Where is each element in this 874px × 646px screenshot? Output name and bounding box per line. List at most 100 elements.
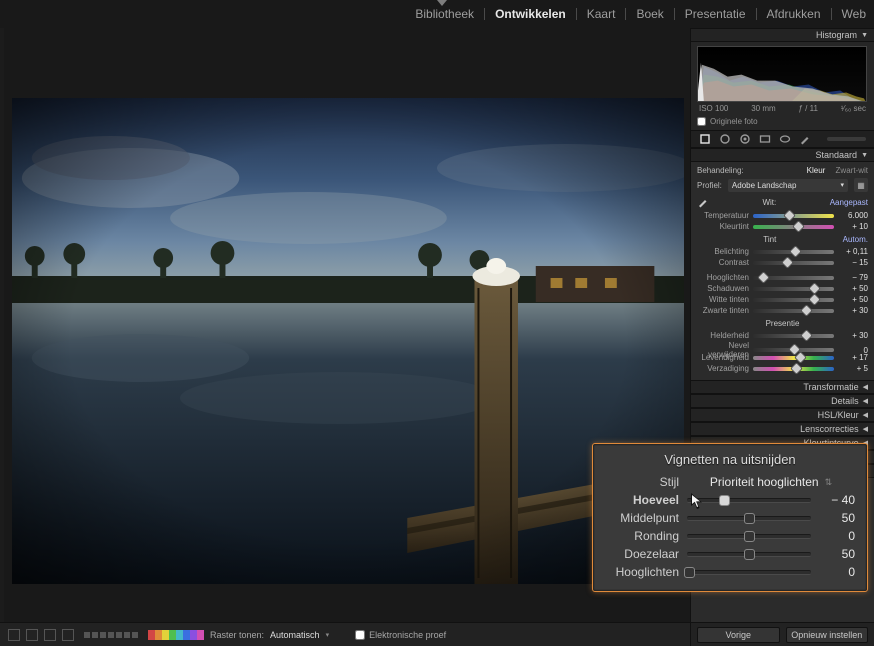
softproof-checkbox[interactable] [355, 630, 365, 640]
view-mode-before-icon[interactable] [44, 629, 56, 641]
module-nav: Bibliotheek Ontwikkelen Kaart Boek Prese… [0, 0, 874, 28]
wb-preset-dropdown[interactable]: Aangepast [830, 198, 868, 207]
tone-section-label: Tint [763, 235, 776, 244]
exposure-slider[interactable] [753, 250, 834, 254]
basic-panel: Behandeling: Kleur Zwart-wit Profiel: Ad… [691, 162, 874, 380]
vignette-amount-slider[interactable] [687, 498, 811, 503]
view-mode-loupe-icon[interactable] [8, 629, 20, 641]
vibrance-slider[interactable] [753, 356, 834, 360]
highlights-slider[interactable] [753, 276, 834, 280]
nav-afdrukken[interactable]: Afdrukken [767, 7, 821, 21]
histogram-graph[interactable] [697, 46, 867, 102]
treatment-bw[interactable]: Zwart-wit [836, 166, 868, 175]
clarity-slider[interactable] [753, 334, 834, 338]
exposure-label: Belichting [697, 247, 749, 256]
profile-dropdown[interactable]: Adobe Landschap ▾ [728, 179, 848, 192]
chevron-down-icon: ▾ [840, 181, 844, 189]
whites-slider[interactable] [753, 298, 834, 302]
softproof-toggle[interactable]: Elektronische proef [355, 630, 446, 640]
highlights-value[interactable]: − 79 [838, 273, 868, 282]
tintwb-value[interactable]: + 10 [838, 222, 868, 231]
histogram-header[interactable]: Histogram [691, 28, 874, 42]
white-balance-picker-icon[interactable] [697, 196, 709, 208]
brush-tool-icon[interactable] [799, 133, 811, 145]
grid-overlay-label: Raster tonen: [210, 630, 264, 640]
previous-button[interactable]: Vorige [697, 627, 780, 643]
blacks-slider[interactable] [753, 309, 834, 313]
transform-header[interactable]: Transformatie [691, 380, 874, 394]
vibrance-label: Levendigheid [697, 353, 749, 362]
vignette-panel: Vignetten na uitsnijden Stijl Prioriteit… [592, 443, 868, 592]
temperature-slider[interactable] [753, 214, 834, 218]
saturation-slider[interactable] [753, 367, 834, 371]
transform-title: Transformatie [803, 382, 858, 392]
nav-web[interactable]: Web [842, 7, 866, 21]
vignette-feather-slider[interactable] [687, 552, 811, 557]
preview-image[interactable] [12, 98, 684, 584]
lenscorr-header[interactable]: Lenscorrecties [691, 422, 874, 436]
vibrance-value[interactable]: + 17 [838, 353, 868, 362]
tintwb-slider[interactable] [753, 225, 834, 229]
details-header[interactable]: Details [691, 394, 874, 408]
shadows-slider[interactable] [753, 287, 834, 291]
nav-boek[interactable]: Boek [636, 7, 663, 21]
nav-bibliotheek[interactable]: Bibliotheek [415, 7, 474, 21]
vignette-midpoint-label: Middelpunt [605, 511, 679, 525]
grid-overlay-mode[interactable]: Automatisch [270, 630, 320, 640]
contrast-slider[interactable] [753, 261, 834, 265]
nav-presentatie[interactable]: Presentatie [685, 7, 746, 21]
clarity-label: Helderheid [697, 331, 749, 340]
vignette-title: Vignetten na uitsnijden [605, 452, 855, 467]
highlights-label: Hooglichten [697, 273, 749, 282]
flag-picker[interactable] [84, 632, 138, 638]
vignette-midpoint-slider[interactable] [687, 516, 811, 521]
profile-value: Adobe Landschap [732, 181, 797, 190]
dehaze-slider[interactable] [753, 348, 834, 352]
vignette-roundness-value[interactable]: 0 [819, 529, 855, 543]
panel-toggle-caret[interactable] [437, 0, 447, 4]
exposure-value[interactable]: + 0,11 [838, 247, 868, 256]
original-photo-label: Originele foto [710, 117, 758, 126]
lenscorr-title: Lenscorrecties [800, 424, 859, 434]
original-photo-toggle[interactable]: Originele foto [691, 115, 874, 130]
vignette-highlights-slider[interactable] [687, 570, 811, 575]
gradient-tool-icon[interactable] [759, 133, 771, 145]
shadows-value[interactable]: + 50 [838, 284, 868, 293]
contrast-label: Contrast [697, 258, 749, 267]
nav-kaart[interactable]: Kaart [587, 7, 616, 21]
treatment-color[interactable]: Kleur [807, 166, 826, 175]
original-photo-checkbox[interactable] [697, 117, 706, 126]
vignette-style-dropdown[interactable]: Prioriteit hooglichten ⇅ [687, 475, 855, 489]
view-mode-split-icon[interactable] [62, 629, 74, 641]
vignette-midpoint-value[interactable]: 50 [819, 511, 855, 525]
auto-tone-button[interactable]: Autom. [843, 235, 868, 244]
wb-label: Wit: [762, 198, 776, 207]
redeye-tool-icon[interactable] [739, 133, 751, 145]
vignette-amount-value[interactable]: − 40 [819, 493, 855, 507]
hsl-header[interactable]: HSL/Kleur [691, 408, 874, 422]
spot-tool-icon[interactable] [719, 133, 731, 145]
treatment-label: Behandeling: [697, 166, 744, 175]
profile-browser-icon[interactable]: ▦ [854, 178, 868, 192]
vignette-highlights-value[interactable]: 0 [819, 565, 855, 579]
color-label-swatches[interactable] [148, 630, 204, 640]
temperature-label: Temperatuur [697, 211, 749, 220]
vignette-roundness-slider[interactable] [687, 534, 811, 539]
nav-ontwikkelen[interactable]: Ontwikkelen [495, 7, 566, 21]
whites-value[interactable]: + 50 [838, 295, 868, 304]
crop-tool-icon[interactable] [699, 133, 711, 145]
clarity-value[interactable]: + 30 [838, 331, 868, 340]
chevron-down-icon: ▾ [326, 631, 330, 639]
view-mode-compare-icon[interactable] [26, 629, 38, 641]
saturation-value[interactable]: + 5 [838, 364, 868, 373]
vignette-feather-value[interactable]: 50 [819, 547, 855, 561]
temperature-value[interactable]: 6.000 [838, 211, 868, 220]
tool-strength-slider[interactable] [827, 137, 866, 141]
standard-header[interactable]: Standaard [691, 148, 874, 162]
blacks-value[interactable]: + 30 [838, 306, 868, 315]
contrast-value[interactable]: − 15 [838, 258, 868, 267]
reset-button[interactable]: Opnieuw instellen [786, 627, 869, 643]
blacks-label: Zwarte tinten [697, 306, 749, 315]
vignette-feather-label: Doezelaar [605, 547, 679, 561]
radial-tool-icon[interactable] [779, 133, 791, 145]
